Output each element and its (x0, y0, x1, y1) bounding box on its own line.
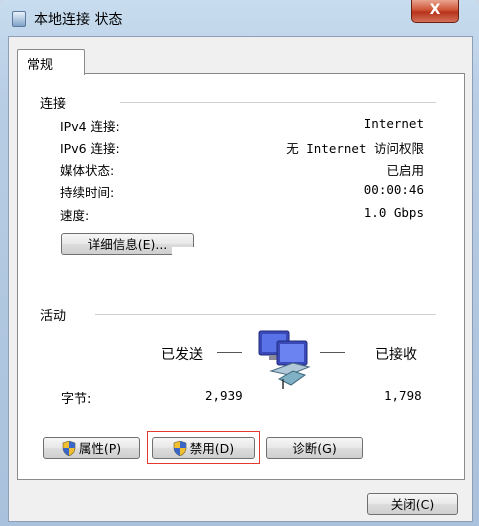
media-state-value: 已启用 (386, 163, 424, 178)
ipv4-value: Internet (363, 116, 424, 131)
tab-general[interactable]: 常规 (17, 49, 85, 75)
title-bar[interactable]: 本地连接 状态 X (0, 0, 479, 36)
media-state-label: 媒体状态: (60, 163, 115, 178)
bytes-received-value: 1,798 (384, 388, 422, 403)
connection-group-label: 连接 (40, 93, 67, 112)
properties-button[interactable]: 属性(P) (43, 437, 140, 459)
duration-label: 持续时间: (60, 185, 115, 200)
speed-value: 1.0 Gbps (363, 205, 424, 220)
close-window-button[interactable]: X (411, 0, 459, 23)
connection-group-divider (120, 102, 436, 103)
diagnose-button[interactable]: 诊断(G) (266, 437, 363, 459)
highlight-annotation (147, 431, 260, 464)
activity-group-label: 活动 (40, 305, 67, 324)
status-window: 本地连接 状态 X 常规 连接 IPv4 连接: Internet IPv6 连… (0, 0, 479, 526)
speed-label: 速度: (60, 208, 90, 223)
received-label: 已接收 (375, 347, 417, 363)
network-adapter-icon (12, 11, 26, 27)
close-button[interactable]: 关闭(C) (367, 493, 458, 515)
ipv4-label: IPv4 连接: (60, 119, 120, 134)
tab-general-label: 常规 (27, 58, 54, 73)
ipv6-value: 无 Internet 访问权限 (286, 141, 424, 156)
sent-label: 已发送 (161, 347, 203, 363)
bytes-label: 字节: (61, 392, 92, 407)
uac-shield-icon (62, 441, 76, 456)
properties-button-label: 属性(P) (78, 441, 122, 456)
redacted-area (172, 247, 267, 269)
sent-line (217, 352, 242, 353)
network-computers-icon (258, 330, 311, 389)
duration-value: 00:00:46 (363, 182, 424, 197)
window-title: 本地连接 状态 (34, 12, 123, 28)
activity-group-divider (95, 314, 436, 315)
bytes-sent-value: 2,939 (205, 388, 243, 403)
ipv6-label: IPv6 连接: (60, 141, 120, 156)
received-line (320, 352, 345, 353)
